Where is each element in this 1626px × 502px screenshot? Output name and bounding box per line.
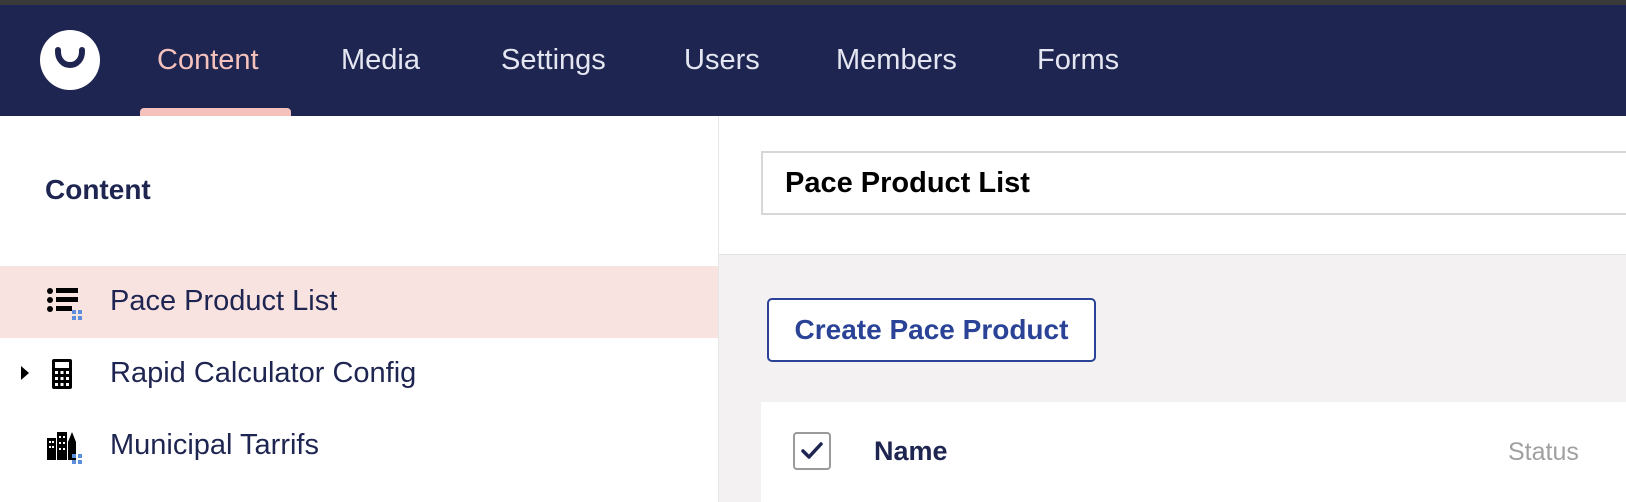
nav-tab-settings[interactable]: Settings bbox=[501, 43, 606, 77]
create-pace-product-button[interactable]: Create Pace Product bbox=[767, 298, 1096, 362]
tree-item-rapid-calculator-config[interactable]: Rapid Calculator Config bbox=[0, 338, 718, 410]
nav-tab-members[interactable]: Members bbox=[836, 43, 957, 77]
sidebar-title: Content bbox=[45, 174, 151, 205]
nav-tab-forms[interactable]: Forms bbox=[1037, 43, 1119, 77]
umbraco-logo-icon[interactable] bbox=[40, 30, 100, 90]
nav-tab-content[interactable]: Content bbox=[157, 43, 259, 77]
top-navigation-bar: Content Media Settings Users Members For… bbox=[0, 5, 1626, 116]
tree-item-label: Pace Product List bbox=[110, 285, 338, 317]
select-all-checkbox[interactable] bbox=[793, 432, 831, 470]
checkmark-icon bbox=[801, 442, 823, 459]
buildings-icon bbox=[46, 430, 86, 464]
tree-item-label: Municipal Tarrifs bbox=[110, 429, 319, 461]
tree-item-municipal-tarrifs[interactable]: Municipal Tarrifs bbox=[0, 410, 718, 482]
nav-tab-media[interactable]: Media bbox=[341, 43, 420, 77]
list-icon bbox=[46, 286, 86, 320]
expand-caret-icon[interactable] bbox=[18, 362, 32, 384]
document-name-input[interactable] bbox=[761, 151, 1626, 215]
list-view-table: Name Status bbox=[761, 402, 1626, 502]
nav-tab-users[interactable]: Users bbox=[684, 43, 760, 77]
column-header-status[interactable]: Status bbox=[1508, 438, 1579, 467]
active-tab-indicator bbox=[140, 108, 291, 116]
content-tree-sidebar: Content Pace Product List Rapid Calculat… bbox=[0, 116, 719, 502]
column-header-name[interactable]: Name bbox=[874, 436, 948, 467]
tree-item-label: Rapid Calculator Config bbox=[110, 357, 417, 389]
tree-item-pace-product-list[interactable]: Pace Product List bbox=[0, 266, 718, 338]
calculator-icon bbox=[46, 358, 86, 392]
